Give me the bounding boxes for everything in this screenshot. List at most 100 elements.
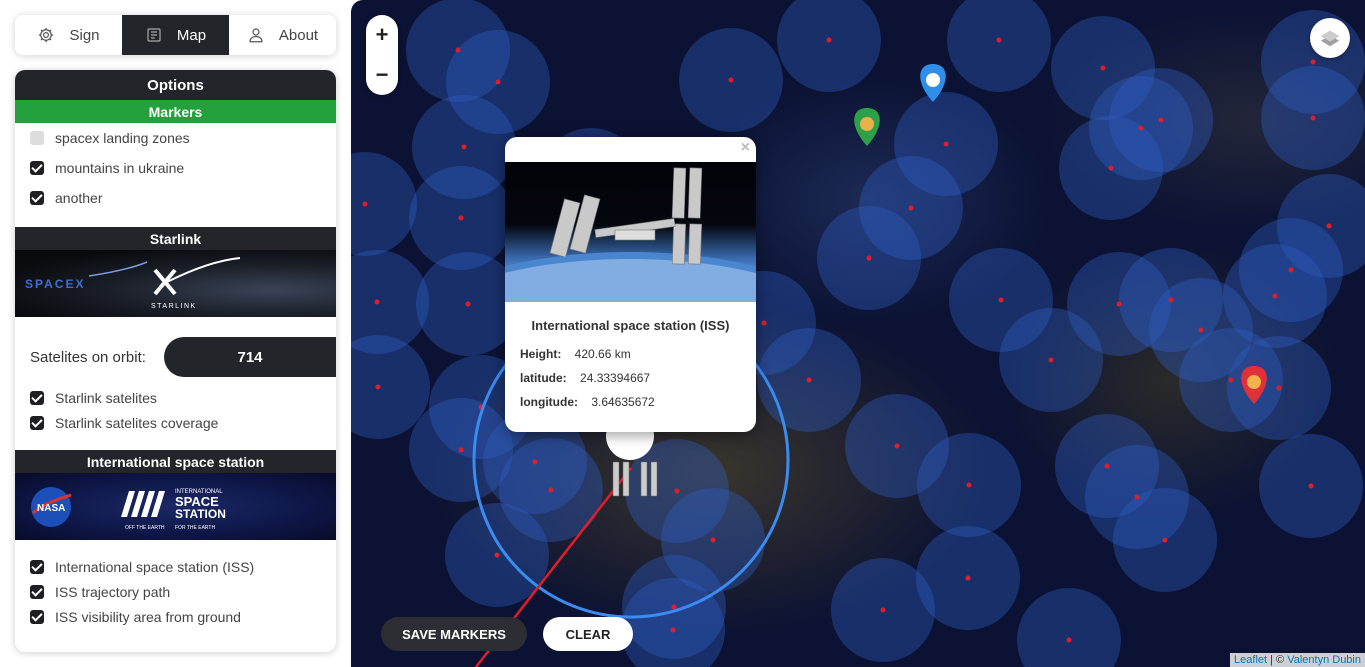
coverage-circle xyxy=(351,152,417,256)
panel-title: Options xyxy=(15,70,336,100)
checkbox-box[interactable] xyxy=(30,390,44,405)
satellite-dot xyxy=(908,205,914,211)
attribution-separator: | © xyxy=(1267,654,1288,666)
checkbox-spacex-landing-zones[interactable]: spacex landing zones xyxy=(15,123,336,153)
user-icon xyxy=(249,28,263,43)
satellite-dot xyxy=(761,320,767,326)
satellites-count: 714 xyxy=(164,337,336,377)
checkbox-box[interactable] xyxy=(30,584,44,599)
iss-wordmark-3: STATION xyxy=(175,507,226,521)
satellites-on-orbit: Satelites on orbit: 714 xyxy=(15,337,336,377)
top-tabs: Sign Map About xyxy=(15,15,336,55)
satellite-dot xyxy=(1048,357,1054,363)
tab-about[interactable]: About xyxy=(229,15,336,55)
satellite-dot xyxy=(965,575,971,581)
satellite-dot xyxy=(1100,65,1106,71)
starlink-section-title: Starlink xyxy=(15,227,336,250)
checkbox-label: mountains in ukraine xyxy=(55,160,185,176)
checkbox-mountains-in-ukraine[interactable]: mountains in ukraine xyxy=(15,153,336,183)
iss-section-title: International space station xyxy=(15,450,336,473)
satellite-dot xyxy=(674,488,680,494)
checkbox-starlink-coverage[interactable]: Starlink satelites coverage xyxy=(15,410,336,435)
checkbox-iss-visibility[interactable]: ISS visibility area from ground xyxy=(15,604,336,629)
satellite-dot xyxy=(458,215,464,221)
satellite-dot xyxy=(461,144,467,150)
gear-icon xyxy=(39,27,54,43)
checkbox-another[interactable]: another xyxy=(15,183,336,213)
checkbox-box[interactable] xyxy=(30,191,44,205)
map-attribution: Leaflet | © Valentyn Dubin xyxy=(1230,653,1365,667)
tab-sign-label: Sign xyxy=(69,26,100,44)
satellite-dot xyxy=(455,47,461,53)
popup-latitude: latitude: 24.33394667 xyxy=(520,371,650,385)
layers-button[interactable] xyxy=(1310,18,1350,58)
author-link[interactable]: Valentyn Dubin xyxy=(1287,654,1361,666)
satellite-dot xyxy=(1104,463,1110,469)
iss-popup: × International space station (ISS) Heig… xyxy=(505,137,756,432)
satellite-dot xyxy=(671,604,677,610)
latitude-value: 24.33394667 xyxy=(580,371,651,385)
tab-sign[interactable]: Sign xyxy=(15,15,122,55)
starlink-wordmark: STARLINK xyxy=(151,303,197,310)
zoom-control: + − xyxy=(366,15,398,95)
iss-tagline-1: OFF THE EARTH xyxy=(125,525,165,531)
satellite-dot xyxy=(1326,223,1332,229)
checkbox-box[interactable] xyxy=(30,131,44,145)
checkbox-label: another xyxy=(55,190,103,206)
longitude-label: longitude: xyxy=(520,395,578,409)
satellite-dot xyxy=(710,537,716,543)
satellite-dot xyxy=(894,443,900,449)
satellite-dot xyxy=(866,255,872,261)
checkbox-starlink-satelites[interactable]: Starlink satelites xyxy=(15,385,336,410)
popup-close-button[interactable]: × xyxy=(741,139,750,157)
satellite-dot xyxy=(374,299,380,305)
satellite-dot xyxy=(1308,483,1314,489)
height-label: Height: xyxy=(520,347,562,361)
checkbox-label: Starlink satelites xyxy=(55,389,157,406)
iss-banner: NASA INTERNATIONAL SPACE STATION OFF THE… xyxy=(15,473,336,540)
checkbox-box[interactable] xyxy=(30,415,44,430)
satellite-dot xyxy=(826,37,832,43)
map-overlay xyxy=(351,0,1365,667)
nasa-wordmark: NASA xyxy=(37,503,65,514)
satellite-dot xyxy=(375,384,381,390)
starlink-banner: SPACEX STARLINK xyxy=(15,250,336,317)
clear-button[interactable]: CLEAR xyxy=(543,617,633,651)
checkbox-label: ISS trajectory path xyxy=(55,583,171,600)
checkbox-box[interactable] xyxy=(30,609,44,624)
spacex-wordmark: SPACEX xyxy=(25,277,85,291)
satellite-dot xyxy=(880,607,886,613)
satellite-dot xyxy=(1168,297,1174,303)
satellite-dot xyxy=(1108,165,1114,171)
satellite-dot xyxy=(1228,377,1234,383)
checkbox-label: ISS visibility area from ground xyxy=(55,608,241,625)
satellite-dot xyxy=(1138,125,1144,131)
map-canvas[interactable]: + − × International space station (ISS) … xyxy=(351,0,1365,667)
satellite-dot xyxy=(1272,293,1278,299)
satellite-dot xyxy=(1276,385,1282,391)
satellite-dot xyxy=(996,37,1002,43)
height-value: 420.66 km xyxy=(574,347,631,361)
coverage-circle xyxy=(777,0,881,92)
zoom-in-button[interactable]: + xyxy=(376,24,389,46)
coverage-circle xyxy=(1017,588,1121,667)
satellite-dot xyxy=(1158,117,1164,123)
checkbox-iss-trajectory[interactable]: ISS trajectory path xyxy=(15,579,336,604)
longitude-value: 3.64635672 xyxy=(591,395,655,409)
satellite-dot xyxy=(998,297,1004,303)
zoom-out-button[interactable]: − xyxy=(376,64,389,86)
satellite-dot xyxy=(1198,327,1204,333)
leaflet-link[interactable]: Leaflet xyxy=(1234,654,1267,666)
checkbox-iss[interactable]: International space station (ISS) xyxy=(15,554,336,579)
satellite-dot xyxy=(1288,267,1294,273)
popup-title: International space station (ISS) xyxy=(531,318,730,333)
home-pin-icon-center xyxy=(926,73,940,87)
save-markers-button[interactable]: SAVE MARKERS xyxy=(381,617,527,651)
green-pin-icon-center xyxy=(860,117,874,131)
satellite-dot xyxy=(548,487,554,493)
options-panel: Options Markers spacex landing zones mou… xyxy=(15,70,336,652)
markers-section-title: Markers xyxy=(15,100,336,123)
tab-map[interactable]: Map xyxy=(122,15,229,55)
checkbox-box[interactable] xyxy=(30,559,44,574)
checkbox-box[interactable] xyxy=(30,161,44,175)
